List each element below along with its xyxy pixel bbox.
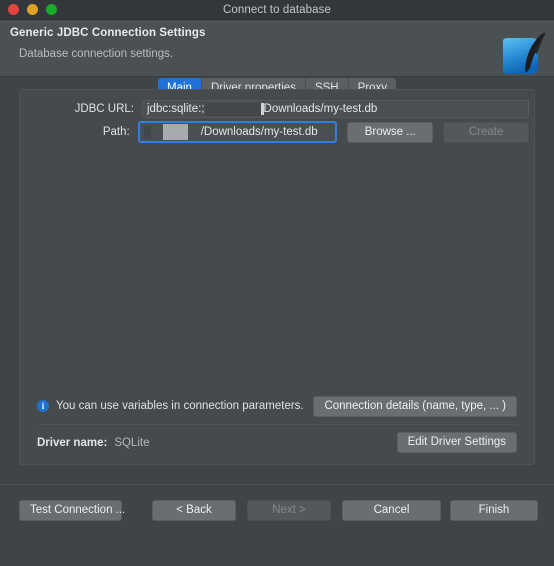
- path-label: Path:: [102, 126, 130, 138]
- test-connection-button[interactable]: Test Connection ...: [19, 500, 125, 521]
- close-window-button[interactable]: [8, 4, 19, 15]
- minimize-window-button[interactable]: [27, 4, 38, 15]
- sqlite-logo-icon: [503, 32, 546, 74]
- variables-hint: i You can use variables in connection pa…: [37, 400, 304, 412]
- zoom-window-button[interactable]: [46, 4, 57, 15]
- path-redaction-block-2: [162, 124, 188, 140]
- dialog-body: Main Driver properties SSH Proxy JDBC UR…: [0, 77, 554, 535]
- path-redaction-block-1: [143, 125, 151, 139]
- driver-name-label: Driver name:: [37, 437, 108, 449]
- window-titlebar: Connect to database: [0, 0, 554, 20]
- jdbc-url-redaction-block: [204, 102, 261, 116]
- edit-driver-settings-button[interactable]: Edit Driver Settings: [396, 432, 517, 453]
- page-title: Generic JDBC Connection Settings: [10, 27, 206, 39]
- jdbc-url-value-suffix: Downloads/my-test.db: [263, 103, 378, 115]
- info-circle-icon: i: [37, 400, 49, 412]
- path-input[interactable]: /Downloads/my-test.db: [137, 121, 338, 143]
- traffic-light-controls: [0, 4, 57, 15]
- jdbc-url-value-prefix: jdbc:sqlite:;: [147, 103, 205, 115]
- connection-details-button[interactable]: Connection details (name, type, ... ): [313, 396, 517, 417]
- dialog-footer: Test Connection ... < Back Next > Cancel…: [0, 484, 554, 535]
- driver-name-value: SQLite: [114, 437, 150, 449]
- jdbc-url-row: JDBC URL: jdbc:sqlite:; Downloads/my-tes…: [64, 99, 529, 119]
- jdbc-url-label: JDBC URL:: [74, 103, 134, 115]
- jdbc-url-input[interactable]: jdbc:sqlite:; Downloads/my-test.db: [142, 100, 529, 118]
- back-button[interactable]: < Back: [152, 500, 236, 521]
- next-button: Next >: [247, 500, 331, 521]
- driver-name-row: Driver name: SQLite: [37, 433, 149, 453]
- panel-divider: [37, 424, 517, 425]
- cancel-button[interactable]: Cancel: [342, 500, 441, 521]
- page-subtitle: Database connection settings.: [19, 48, 174, 60]
- browse-button[interactable]: Browse ...: [347, 121, 434, 143]
- window-title: Connect to database: [222, 3, 332, 16]
- variables-hint-text: You can use variables in connection para…: [56, 400, 304, 412]
- main-settings-panel: JDBC URL: jdbc:sqlite:; Downloads/my-tes…: [19, 89, 535, 465]
- dialog-header: Generic JDBC Connection Settings Databas…: [0, 20, 554, 77]
- path-row: Path: /Downloads/my-test.db Browse ... C…: [64, 121, 529, 143]
- finish-button[interactable]: Finish: [450, 500, 538, 521]
- create-button: Create: [443, 121, 529, 143]
- path-value-suffix: /Downloads/my-test.db: [200, 126, 318, 138]
